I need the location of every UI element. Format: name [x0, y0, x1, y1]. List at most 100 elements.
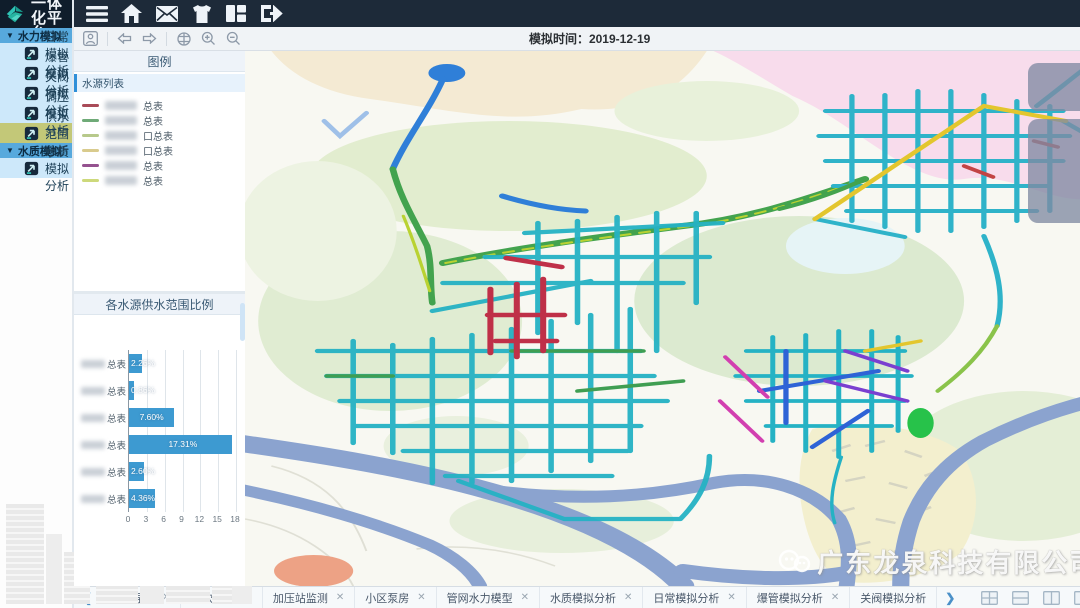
chart-category-suffix: 总表 [107, 384, 126, 398]
zoom-out-icon[interactable] [225, 30, 242, 47]
chart-panel: 各水源供水范围比例 总表2.26%总表0.86%总表7.60%总表17.31%总… [74, 294, 245, 586]
chart-gridline [183, 404, 184, 431]
apps-icon[interactable] [191, 4, 213, 24]
chart-category-redacted [81, 387, 105, 395]
logo-bar: 智慧水务管控一体化平台 Wisdom water Integrated mana… [0, 0, 72, 28]
side-panels: 图例 水源列表 总表总表口总表口总表总表总表 各水源供水范围比例 总表2.26%… [74, 51, 245, 586]
legend-name-redacted [105, 101, 137, 110]
toolbar-separator [107, 32, 108, 46]
chart-panel-title: 各水源供水范围比例 [74, 294, 245, 315]
forward-arrow-icon[interactable] [141, 30, 158, 47]
menu-icon[interactable] [86, 4, 108, 24]
chart-row: 总表 0.86% [74, 377, 245, 404]
chart-gridline [218, 485, 219, 512]
map-view[interactable]: 全图 打印当前地图 广东龙泉科技有限公司 [245, 51, 1080, 586]
legend-name-redacted [105, 116, 137, 125]
legend-item: 总表 [82, 98, 245, 113]
tab-close-icon[interactable]: ✕ [521, 592, 529, 603]
chart-bar-value: 2.26% [131, 358, 155, 368]
legend-line-swatch [82, 149, 99, 152]
logout-icon[interactable] [261, 4, 283, 24]
single-layout-icon[interactable] [1074, 591, 1080, 605]
tab-管网水力模型[interactable]: 管网水力模型✕ [437, 587, 540, 608]
chart-x-tick: 3 [143, 514, 148, 524]
chart-x-tick: 15 [212, 514, 221, 524]
chart-category-label: 总表 [74, 411, 128, 425]
simulation-icon [24, 86, 39, 101]
chart-gridline [183, 485, 184, 512]
chart-row: 总表2.26% [74, 350, 245, 377]
hsplit-layout-icon[interactable] [1012, 591, 1029, 605]
chart-category-label: 总表 [74, 492, 128, 506]
tab-爆管模拟分析[interactable]: 爆管模拟分析✕ [747, 587, 850, 608]
chart-plot-area: 7.60% [128, 404, 235, 431]
layout-switcher [967, 591, 1080, 605]
mail-icon[interactable] [156, 4, 178, 24]
simulation-icon [24, 106, 39, 121]
simulation-icon [24, 66, 39, 81]
legend-list: 总表总表口总表口总表总表总表 [74, 96, 245, 188]
chart-plot-area: 4.36% [128, 485, 235, 512]
chart-row: 总表7.60% [74, 404, 245, 431]
simulation-icon [24, 46, 39, 61]
tab-close-icon[interactable]: ✕ [417, 592, 425, 603]
identify-icon[interactable] [82, 30, 99, 47]
sidebar-item-水质模拟分析[interactable]: 水质模拟分析 [0, 158, 72, 178]
chart-gridline [218, 350, 219, 377]
chart-x-axis: 0369121518 [128, 512, 235, 524]
tab-close-icon[interactable]: ✕ [624, 592, 632, 603]
legend-panel: 图例 水源列表 总表总表口总表口总表总表总表 [74, 51, 245, 291]
tab-label: 水质模拟分析 [550, 590, 616, 606]
sidebar-item-供水范围分析[interactable]: 供水范围分析 [0, 123, 72, 143]
legend-name-suffix: 口总表 [143, 128, 173, 143]
print-map-button[interactable]: 打印当前地图 [1028, 119, 1080, 223]
chart-gridline [200, 485, 201, 512]
back-arrow-icon[interactable] [116, 30, 133, 47]
chart-bar-value: 0.86% [131, 385, 155, 395]
full-extent-icon[interactable] [175, 30, 192, 47]
tab-日常模拟分析[interactable]: 日常模拟分析 ✕ [643, 587, 746, 608]
map-toolbar: 模拟时间：2019-12-19 [74, 27, 1080, 51]
chart-gridline [218, 458, 219, 485]
tab-label: 小区泵房 [365, 590, 409, 606]
tab-close-icon[interactable]: ✕ [336, 592, 344, 603]
legend-line-swatch [82, 179, 99, 182]
chart-gridline [236, 377, 237, 404]
full-map-button[interactable]: 全图 [1028, 63, 1080, 111]
legend-line-swatch [82, 104, 99, 107]
chart-gridline [165, 377, 166, 404]
legend-name-redacted [105, 176, 137, 185]
dashboard-icon[interactable] [226, 4, 248, 24]
home-icon[interactable] [121, 4, 143, 24]
chart-category-redacted [81, 468, 105, 476]
tab-label: 关阀模拟分析 [860, 590, 926, 606]
chart-x-tick: 18 [230, 514, 239, 524]
tab-label: 日常模拟分析 [653, 590, 719, 606]
tab-close-icon[interactable]: ✕ [831, 592, 839, 603]
tab-小区泵房[interactable]: 小区泵房 ✕ [355, 587, 436, 608]
chart-row: 总表17.31% [74, 431, 245, 458]
tab-水质模拟分析[interactable]: 水质模拟分析 ✕ [540, 587, 643, 608]
sidebar-nav: ▼水力模拟日常模拟分析爆管模拟分析关阀模拟分析调压模拟分析供水范围分析▼水质模拟… [0, 28, 72, 178]
tab-close-icon[interactable]: ✕ [727, 592, 735, 603]
legend-item: 总表 [82, 113, 245, 128]
chart-x-tick: 12 [195, 514, 204, 524]
chart-x-tick: 0 [126, 514, 131, 524]
legend-line-swatch [82, 119, 99, 122]
chart-x-tick: 9 [179, 514, 184, 524]
legend-name-suffix: 总表 [143, 158, 163, 173]
tab-关阀模拟分析[interactable]: 关阀模拟分析 [850, 587, 937, 608]
vsplit-layout-icon[interactable] [1043, 591, 1060, 605]
legend-name-suffix: 总表 [143, 98, 163, 113]
chart-gridline [236, 350, 237, 377]
chart-category-suffix: 总表 [107, 465, 126, 479]
sidebar: 智慧水务管控一体化平台 Wisdom water Integrated mana… [0, 0, 74, 608]
tab-加压站监测[interactable]: 加压站监测✕ [263, 587, 355, 608]
simulation-icon [24, 161, 39, 176]
panel-scrollbar-thumb[interactable] [240, 303, 245, 341]
chart-gridline [200, 350, 201, 377]
zoom-in-icon[interactable] [200, 30, 217, 47]
grid-layout-icon[interactable] [981, 591, 998, 605]
tabs-scroll-right-icon[interactable]: ❯ [937, 591, 963, 605]
map-canvas [245, 51, 1080, 586]
